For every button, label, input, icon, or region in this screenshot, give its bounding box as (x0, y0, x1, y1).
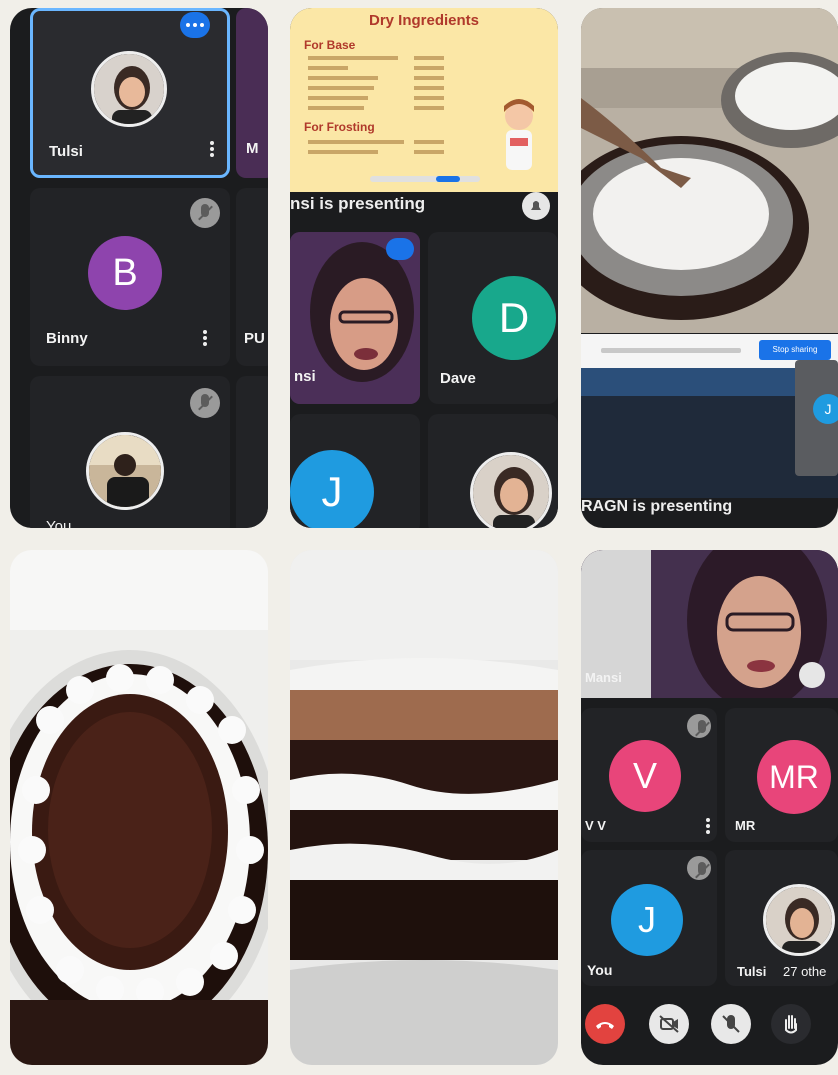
more-options-icon[interactable] (209, 139, 215, 159)
avatar-j: J (290, 450, 374, 528)
screen-share-preview: J (581, 360, 838, 498)
photo-panel-5 (290, 550, 558, 1065)
participant-tile-dave[interactable]: D Dave (428, 232, 558, 404)
frosted-cake-photo (10, 550, 268, 1065)
avatar-initial: B (112, 251, 138, 294)
notification-bell-icon[interactable] (799, 662, 825, 688)
avatar-initial: J (824, 401, 832, 417)
camera-off-button[interactable] (649, 1004, 689, 1044)
participant-name-partial: M (246, 140, 259, 157)
presenter-name: Mansi (585, 670, 622, 685)
participant-tile-presenter[interactable]: nsi (290, 232, 420, 404)
participant-tile-tulsi-others[interactable]: Tulsi 27 othe (725, 850, 838, 986)
camera-off-icon (659, 1015, 679, 1033)
participant-name: MR (735, 818, 756, 833)
more-options-icon[interactable] (202, 328, 208, 348)
mic-off-icon (190, 388, 220, 418)
end-call-button[interactable] (585, 1004, 625, 1044)
participant-tile-j[interactable]: J (290, 414, 420, 528)
slide-section-base: For Base (304, 38, 356, 52)
participant-name: nsi (294, 368, 316, 385)
photo-panel-4 (10, 550, 268, 1065)
avatar-tulsi (91, 51, 167, 127)
participant-tile-photo[interactable] (428, 414, 558, 528)
avatar-initial: J (321, 468, 343, 515)
meet-grid-panel-2: Dry Ingredients For Base For Frosting ns… (290, 8, 558, 528)
chef-illustration-icon (504, 99, 534, 170)
slide-ingredient-lines (308, 56, 444, 154)
shared-slide: Dry Ingredients For Base For Frosting (290, 8, 558, 192)
avatar-j-small: J (813, 394, 838, 424)
participant-name: Tulsi (49, 143, 83, 160)
participant-tile-you[interactable]: J You (581, 850, 717, 986)
avatar-initial: J (638, 899, 656, 940)
cake-frosting-photo (581, 8, 838, 333)
participant-tile-partial[interactable]: M (236, 8, 268, 178)
raise-hand-button[interactable] (771, 1004, 811, 1044)
participant-tile-partial-2[interactable]: PU (236, 188, 268, 366)
participant-tile-you[interactable]: You (30, 376, 230, 528)
avatar-dave: D (472, 276, 556, 360)
avatar-mr: MR (757, 740, 831, 814)
avatar-vv: V (609, 740, 681, 812)
avatar-you (86, 432, 164, 510)
stop-sharing-button[interactable]: Stop sharing (759, 340, 831, 360)
presenting-banner: RAGN is presenting (581, 498, 733, 515)
avatar-initial: D (498, 294, 530, 341)
participant-name: Tulsi (737, 964, 767, 979)
participant-name: You (46, 518, 72, 528)
participant-tile-partial-3 (236, 376, 268, 528)
meet-grid-panel-6: Mansi V V V MR MR J You Tulsi 27 othe (581, 550, 838, 1065)
more-options-button[interactable] (386, 238, 414, 260)
participant-name: You (587, 962, 613, 978)
participant-tile-vv[interactable]: V V V (581, 708, 717, 842)
slide-section-frosting: For Frosting (304, 120, 375, 134)
others-count: 27 othe (783, 964, 827, 979)
avatar-initial: V (632, 755, 657, 796)
photo-panel-3: Stop sharing J RAGN is presenting (581, 8, 838, 528)
participant-name: V V (585, 818, 606, 833)
presenter-video-tile[interactable]: Mansi (581, 550, 838, 698)
slide-progress-bar (370, 176, 480, 182)
participant-name: Dave (440, 370, 476, 387)
participant-tile-mr[interactable]: MR MR (725, 708, 838, 842)
cake-slice-photo (290, 550, 558, 1065)
call-controls (581, 998, 838, 1058)
mic-off-icon (190, 198, 220, 228)
avatar-tulsi (763, 884, 835, 956)
mic-off-icon (687, 856, 711, 880)
more-options-button[interactable] (180, 12, 210, 38)
presenting-banner: nsi is presenting (290, 194, 426, 213)
avatar-you: J (611, 884, 683, 956)
participant-name: Binny (46, 330, 88, 347)
hand-icon (785, 1015, 797, 1034)
meet-grid-panel-1: Tulsi M B Binny PU You (10, 8, 268, 528)
mic-off-icon (687, 714, 711, 738)
hang-up-icon (596, 1022, 614, 1029)
more-options-icon[interactable] (705, 816, 711, 836)
avatar-photo (470, 452, 552, 528)
participant-tile-binny[interactable]: B Binny (30, 188, 230, 366)
participant-name-partial: PU (244, 330, 265, 347)
slide-title: Dry Ingredients (368, 12, 480, 29)
avatar-initial: MR (769, 758, 819, 795)
avatar-binny: B (88, 236, 162, 310)
mic-off-button[interactable] (711, 1004, 751, 1044)
mic-off-icon (722, 1015, 740, 1033)
self-view-thumbnail[interactable]: J (795, 360, 838, 476)
notification-bell-icon[interactable] (522, 192, 550, 220)
